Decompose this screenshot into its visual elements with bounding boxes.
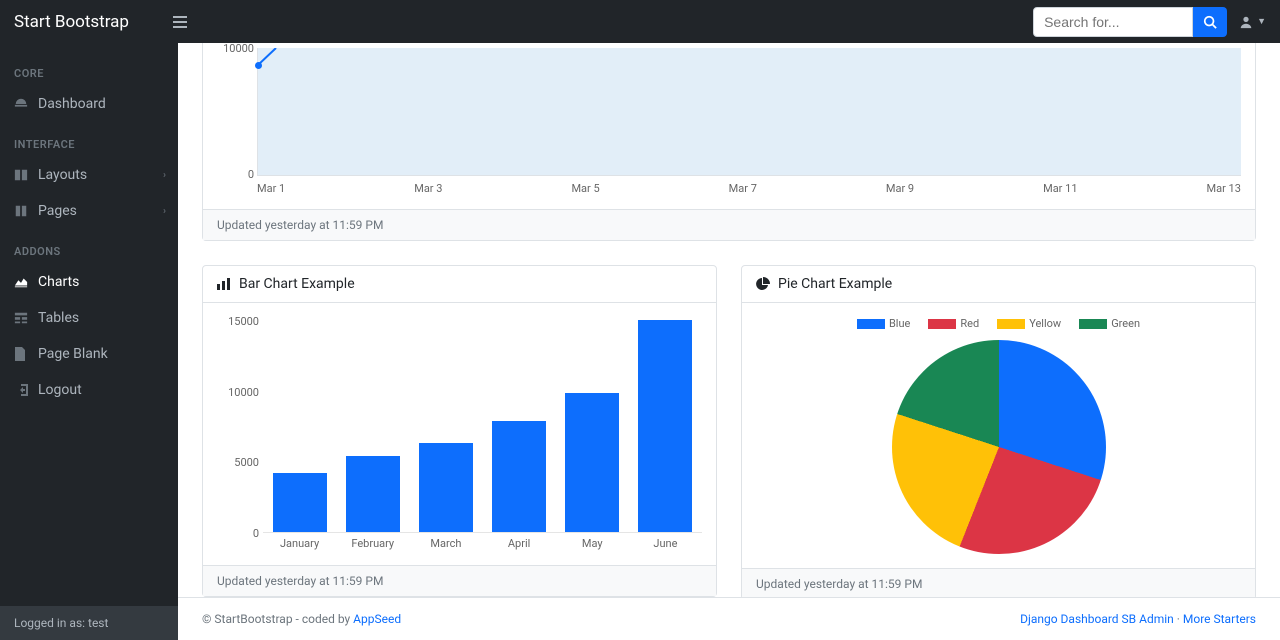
tachometer-icon <box>14 97 30 111</box>
bar-chart: 050001000015000 JanuaryFebruaryMarchApri… <box>263 321 702 551</box>
columns-icon <box>14 168 30 182</box>
bar-chart-card: Bar Chart Example 0 5000 10000 15000 Januar… <box>202 265 717 597</box>
legend-item-blue[interactable]: Blue <box>857 317 910 330</box>
card-title: Pie Chart Example <box>778 276 892 292</box>
legend-item-yellow[interactable]: Yellow <box>997 317 1061 330</box>
pie-chart: Blue Red Yellow Green <box>756 317 1241 554</box>
sidebar-label: Layouts <box>38 167 87 183</box>
bar-february <box>346 456 400 532</box>
pie-card-footer: Updated yesterday at 11:59 PM <box>742 568 1255 599</box>
area-xtick: Mar 13 <box>1207 182 1241 195</box>
bar-june <box>638 320 692 532</box>
page-footer: © StartBootstrap - coded by AppSeed Djan… <box>178 597 1280 640</box>
chevron-right-icon: › <box>163 170 166 181</box>
search-input[interactable] <box>1033 7 1193 37</box>
area-chart-card: 10000 0 Mar 1 Mar 3 Mar 5 Mar 7 Mar 9 Mar 11 M… <box>202 43 1256 241</box>
legend-swatch <box>997 319 1025 329</box>
card-title: Bar Chart Example <box>239 276 355 292</box>
area-xtick: Mar 11 <box>1043 182 1077 195</box>
sidebar-toggle-button[interactable] <box>173 16 187 28</box>
sidebar-label: Tables <box>38 310 79 326</box>
file-icon <box>14 347 30 361</box>
sign-out-icon <box>14 384 30 396</box>
area-xtick: Mar 1 <box>257 182 285 195</box>
bar-card-footer: Updated yesterday at 11:59 PM <box>203 565 716 596</box>
bar-ytick: 15000 <box>217 315 259 328</box>
area-xtick: Mar 5 <box>571 182 599 195</box>
user-menu[interactable]: ▼ <box>1239 15 1266 29</box>
chart-pie-icon <box>756 277 770 291</box>
search-icon <box>1203 15 1217 29</box>
area-card-footer: Updated yesterday at 11:59 PM <box>203 209 1255 240</box>
bar-april <box>492 421 546 532</box>
sidebar-heading-interface: INTERFACE <box>0 122 178 157</box>
main-content: 10000 0 Mar 1 Mar 3 Mar 5 Mar 7 Mar 9 Mar 11 M… <box>178 43 1280 640</box>
sidebar-heading-core: CORE <box>0 51 178 86</box>
bar-march <box>419 443 473 532</box>
chart-area-icon <box>14 275 30 289</box>
sidebar-label: Charts <box>38 274 79 290</box>
bar-may <box>565 393 619 532</box>
legend-swatch <box>928 319 956 329</box>
area-xtick: Mar 3 <box>414 182 442 195</box>
bar-xtick: June <box>653 537 677 550</box>
brand[interactable]: Start Bootstrap <box>14 12 129 32</box>
book-icon <box>14 204 30 218</box>
bar-xtick: May <box>582 537 603 550</box>
sidebar-footer: Logged in as: test <box>0 606 178 640</box>
bar-ytick: 0 <box>217 527 259 540</box>
sidebar-item-tables[interactable]: Tables <box>0 300 178 336</box>
legend-swatch <box>857 319 885 329</box>
pie-chart-card: Pie Chart Example Blue Red Yellow Green Upd… <box>741 265 1256 600</box>
footer-link-appseed[interactable]: AppSeed <box>353 612 401 626</box>
footer-link-more[interactable]: More Starters <box>1183 612 1256 626</box>
bar-xtick: March <box>430 537 461 550</box>
sidebar-label: Page Blank <box>38 346 108 362</box>
chevron-right-icon: › <box>163 206 166 217</box>
legend-item-green[interactable]: Green <box>1079 317 1140 330</box>
bars-icon <box>173 16 187 28</box>
sidebar-item-pages[interactable]: Pages › <box>0 193 178 229</box>
sidebar-label: Dashboard <box>38 96 106 112</box>
bar-xtick: February <box>351 537 394 550</box>
area-ytick: 10000 <box>216 43 254 55</box>
bar-january <box>273 473 327 532</box>
legend-swatch <box>1079 319 1107 329</box>
area-xtick: Mar 9 <box>886 182 914 195</box>
area-xtick: Mar 7 <box>729 182 757 195</box>
user-icon <box>1239 15 1253 29</box>
sidebar-label: Logout <box>38 382 82 398</box>
table-icon <box>14 311 30 325</box>
logged-in-user: test <box>88 616 108 630</box>
search-form <box>1033 7 1227 37</box>
sidebar-item-charts[interactable]: Charts <box>0 264 178 300</box>
topbar: Start Bootstrap ▼ <box>0 0 1280 43</box>
bar-xtick: January <box>280 537 319 550</box>
legend-item-red[interactable]: Red <box>928 317 979 330</box>
area-ytick: 0 <box>216 168 254 181</box>
sidebar: CORE Dashboard INTERFACE Layouts › Pages… <box>0 43 178 640</box>
sidebar-item-layouts[interactable]: Layouts › <box>0 157 178 193</box>
bar-ytick: 10000 <box>217 386 259 399</box>
sidebar-item-page-blank[interactable]: Page Blank <box>0 336 178 372</box>
search-button[interactable] <box>1193 7 1227 37</box>
sidebar-heading-addons: ADDONS <box>0 229 178 264</box>
bar-ytick: 5000 <box>217 456 259 469</box>
caret-down-icon: ▼ <box>1257 16 1266 27</box>
chart-bar-icon <box>217 278 231 290</box>
sidebar-item-logout[interactable]: Logout <box>0 372 178 408</box>
bar-xtick: April <box>508 537 530 550</box>
area-chart: 10000 0 Mar 1Mar 3Mar 5Mar 7Mar 9Mar 11M… <box>217 48 1241 195</box>
sidebar-item-dashboard[interactable]: Dashboard <box>0 86 178 122</box>
sidebar-label: Pages <box>38 203 77 219</box>
footer-link-django[interactable]: Django Dashboard SB Admin <box>1020 612 1174 626</box>
